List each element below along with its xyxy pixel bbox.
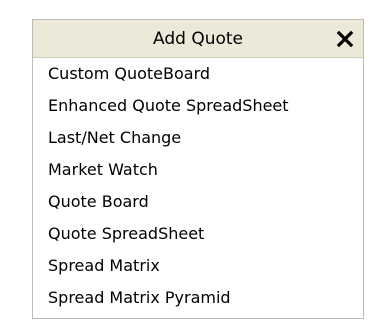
menu-item-market-watch[interactable]: Market Watch xyxy=(33,154,363,186)
popup-title: Add Quote xyxy=(153,29,243,49)
popup-title-bar: Add Quote xyxy=(33,20,363,58)
close-icon xyxy=(336,30,354,48)
menu-item-spread-matrix[interactable]: Spread Matrix xyxy=(33,250,363,282)
menu-item-spread-matrix-pyramid[interactable]: Spread Matrix Pyramid xyxy=(33,282,363,314)
close-button[interactable] xyxy=(333,26,357,50)
quote-type-list: Custom QuoteBoard Enhanced Quote SpreadS… xyxy=(33,58,363,314)
menu-item-last-net-change[interactable]: Last/Net Change xyxy=(33,122,363,154)
menu-item-quote-board[interactable]: Quote Board xyxy=(33,186,363,218)
menu-item-enhanced-quote-spreadsheet[interactable]: Enhanced Quote SpreadSheet xyxy=(33,90,363,122)
add-quote-popup: Add Quote Custom QuoteBoard Enhanced Quo… xyxy=(32,19,364,319)
menu-item-custom-quoteboard[interactable]: Custom QuoteBoard xyxy=(33,58,363,90)
menu-item-quote-spreadsheet[interactable]: Quote SpreadSheet xyxy=(33,218,363,250)
